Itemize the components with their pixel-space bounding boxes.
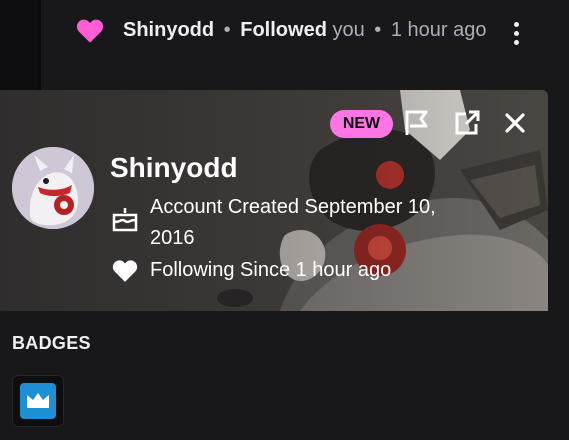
notification-text: Shinyodd • Followed you • 1 hour ago — [78, 14, 488, 46]
avatar-image — [12, 147, 94, 229]
notification-object: you — [332, 19, 365, 41]
badge-background — [20, 383, 56, 419]
badge-item[interactable] — [12, 375, 64, 427]
avatar[interactable] — [12, 147, 94, 229]
badges-title: BADGES — [12, 333, 91, 353]
separator-dot-2: • — [374, 19, 382, 41]
new-badge: NEW — [330, 110, 393, 138]
separator-dot: • — [223, 19, 231, 41]
left-rail — [0, 0, 38, 90]
notification-time: 1 hour ago — [390, 19, 487, 41]
rail-divider — [38, 0, 41, 90]
follow-notification: Shinyodd • Followed you • 1 hour ago — [76, 14, 488, 46]
notification-action: Followed — [240, 19, 327, 41]
flag-icon[interactable] — [402, 108, 432, 138]
account-created-text: Account Created September 10, 2016 — [150, 196, 436, 249]
following-since-text: Following Since 1 hour ago — [150, 259, 392, 281]
notification-username[interactable]: Shinyodd — [123, 19, 214, 41]
user-card: NEW Shinyodd Account Created September 1… — [0, 90, 548, 311]
heart-icon — [76, 19, 104, 43]
card-username[interactable]: Shinyodd — [110, 152, 238, 184]
popout-icon[interactable] — [452, 108, 482, 138]
following-since-row: Following Since 1 hour ago — [112, 255, 391, 286]
crown-badge-icon — [27, 393, 49, 408]
account-created-row: Account Created September 10, 2016 — [112, 192, 482, 254]
cake-icon — [112, 208, 138, 232]
heart-white-icon — [112, 260, 138, 282]
more-options-icon[interactable] — [507, 22, 525, 48]
close-icon[interactable] — [500, 108, 530, 138]
